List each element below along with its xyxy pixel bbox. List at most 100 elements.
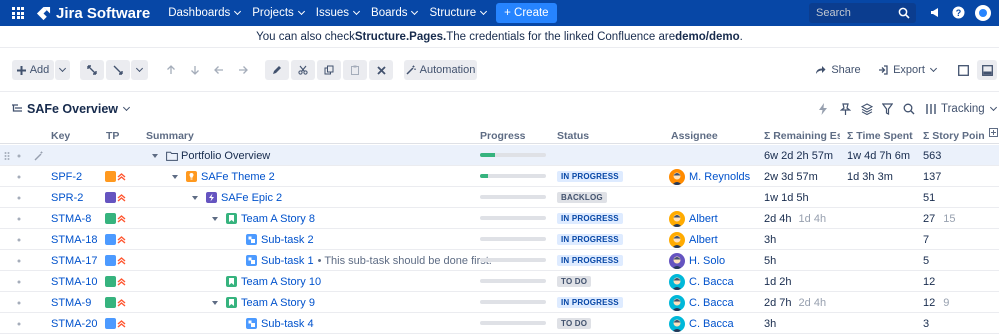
col-progress[interactable]: Progress — [480, 130, 526, 142]
lightning-icon[interactable] — [818, 103, 828, 118]
assignee-name[interactable]: Albert — [689, 213, 718, 225]
move-left-button[interactable] — [208, 60, 230, 80]
assignee-name[interactable]: Albert — [689, 234, 718, 246]
create-button[interactable]: + Create — [496, 3, 557, 23]
move-right-button[interactable] — [232, 60, 254, 80]
move-up-button[interactable] — [160, 60, 182, 80]
edit-button[interactable] — [265, 60, 289, 80]
user-avatar[interactable] — [975, 5, 991, 21]
issue-summary[interactable]: Sub-task 4 — [261, 318, 314, 330]
assignee-name[interactable]: H. Solo — [689, 255, 725, 267]
assignee-name[interactable]: C. Bacca — [689, 318, 734, 330]
expand-toggle-icon[interactable] — [192, 187, 205, 208]
expand-toggle-icon[interactable] — [172, 166, 185, 187]
status-badge[interactable]: BACKLOG — [557, 192, 607, 203]
add-dropdown-button[interactable] — [55, 60, 70, 80]
expand-toggle-icon[interactable] — [152, 145, 165, 166]
status-badge[interactable]: IN PROGRESS — [557, 297, 623, 308]
move-down-button[interactable] — [184, 60, 206, 80]
status-badge[interactable]: IN PROGRESS — [557, 213, 623, 224]
drag-handle-icon[interactable] — [4, 145, 10, 166]
assignee-name[interactable]: M. Reynolds — [689, 171, 750, 183]
collapse-button[interactable] — [106, 60, 130, 80]
add-column-icon[interactable] — [989, 128, 998, 140]
banner-credentials: demo/demo — [675, 30, 740, 43]
tracking-selector[interactable]: Tracking — [926, 103, 997, 115]
issue-key[interactable]: STMA-17 — [51, 250, 97, 271]
megaphone-icon[interactable] — [929, 6, 942, 19]
table-row[interactable]: SPR-2 SAFe Epic 2 BACKLOG 1w 1d 5h 51 — [0, 187, 999, 208]
issue-key[interactable]: STMA-10 — [51, 271, 97, 292]
generator-icon[interactable] — [34, 145, 44, 166]
chevron-down-icon — [352, 7, 361, 16]
issue-key[interactable]: STMA-9 — [51, 292, 91, 313]
search-input[interactable]: Search — [809, 3, 916, 23]
col-story-points[interactable]: Σ Story Poin — [923, 130, 987, 142]
col-key[interactable]: Key — [51, 130, 70, 142]
menu-structure[interactable]: Structure — [423, 7, 492, 19]
table-row[interactable]: Portfolio Overview 6w 2d 2h 57m 1w 4d 7h 6… — [0, 145, 999, 166]
help-icon[interactable]: ? — [952, 6, 965, 19]
expand-toggle-icon[interactable] — [212, 292, 225, 313]
expand-button[interactable] — [80, 60, 104, 80]
col-time-spent[interactable]: Σ Time Spent — [847, 130, 919, 142]
menu-issues[interactable]: Issues — [310, 7, 365, 19]
collapse-dropdown-button[interactable] — [131, 60, 148, 80]
issue-summary[interactable]: SAFe Theme 2 — [201, 171, 275, 183]
export-button[interactable]: Export — [876, 60, 938, 80]
layers-icon[interactable] — [860, 103, 874, 118]
col-summary[interactable]: Summary — [146, 130, 194, 142]
issue-key[interactable]: STMA-20 — [51, 313, 97, 334]
issue-summary[interactable]: Team A Story 10 — [241, 276, 321, 288]
banner-link[interactable]: Structure.Pages. — [355, 31, 446, 43]
story-points-own: 15 — [943, 212, 956, 225]
status-badge[interactable]: IN PROGRESS — [557, 171, 623, 182]
col-assignee[interactable]: Assignee — [671, 130, 718, 142]
table-row[interactable]: SPF-2 SAFe Theme 2 IN PROGRESS M. Reynolds 2… — [0, 166, 999, 187]
issue-key[interactable]: STMA-8 — [51, 208, 91, 229]
copy-button[interactable] — [317, 60, 341, 80]
filter-icon[interactable] — [881, 103, 894, 118]
pin-icon[interactable] — [839, 103, 852, 118]
automation-button[interactable]: Automation — [404, 60, 477, 80]
panel-toggle-button[interactable] — [952, 60, 974, 80]
table-row[interactable]: STMA-10 Team A Story 10 TO DO C. Bacca 1d 2h… — [0, 271, 999, 292]
table-row[interactable]: STMA-17 Sub-task 1 This sub-task should be… — [0, 250, 999, 271]
assignee-name[interactable]: C. Bacca — [689, 297, 734, 309]
search-icon[interactable] — [903, 103, 915, 118]
menu-projects[interactable]: Projects — [246, 7, 310, 19]
jira-logo[interactable]: Jira Software — [36, 5, 150, 22]
issue-summary[interactable]: Team A Story 9 — [241, 297, 315, 309]
col-status[interactable]: Status — [557, 130, 589, 142]
issue-key[interactable]: STMA-18 — [51, 229, 97, 250]
status-badge[interactable]: IN PROGRESS — [557, 255, 623, 266]
issue-key[interactable]: SPR-2 — [51, 187, 83, 208]
status-badge[interactable]: TO DO — [557, 318, 592, 329]
issue-summary[interactable]: Sub-task 2 — [261, 234, 314, 246]
remove-button[interactable] — [369, 60, 393, 80]
status-badge[interactable]: IN PROGRESS — [557, 234, 623, 245]
menu-dashboards[interactable]: Dashboards — [162, 7, 246, 19]
table-row[interactable]: STMA-8 Team A Story 8 IN PROGRESS Albert 2d … — [0, 208, 999, 229]
app-switcher-icon[interactable] — [12, 7, 24, 19]
issue-key[interactable]: SPF-2 — [51, 166, 82, 187]
issue-summary[interactable]: Sub-task 1 — [261, 255, 314, 267]
issue-summary[interactable]: Portfolio Overview — [181, 150, 270, 162]
col-remaining-estimate[interactable]: Σ Remaining Estim — [764, 130, 840, 142]
add-button[interactable]: Add — [12, 60, 54, 80]
table-row[interactable]: STMA-18 Sub-task 2 IN PROGRESS Albert 3h 7 — [0, 229, 999, 250]
cut-button[interactable] — [291, 60, 315, 80]
menu-boards[interactable]: Boards — [365, 7, 423, 19]
table-row[interactable]: STMA-9 Team A Story 9 IN PROGRESS C. Bacca 2… — [0, 292, 999, 313]
table-row[interactable]: STMA-20 Sub-task 4 TO DO C. Bacca 3h 3 — [0, 313, 999, 334]
layout-button[interactable] — [977, 60, 997, 80]
issue-summary[interactable]: Team A Story 8 — [241, 213, 315, 225]
issue-summary[interactable]: SAFe Epic 2 — [221, 192, 282, 204]
view-selector[interactable]: SAFe Overview — [12, 102, 131, 116]
expand-toggle-icon[interactable] — [212, 208, 225, 229]
share-button[interactable]: Share — [812, 60, 864, 80]
col-tp[interactable]: TP — [106, 130, 119, 142]
assignee-name[interactable]: C. Bacca — [689, 276, 734, 288]
status-badge[interactable]: TO DO — [557, 276, 592, 287]
paste-button[interactable] — [343, 60, 367, 80]
